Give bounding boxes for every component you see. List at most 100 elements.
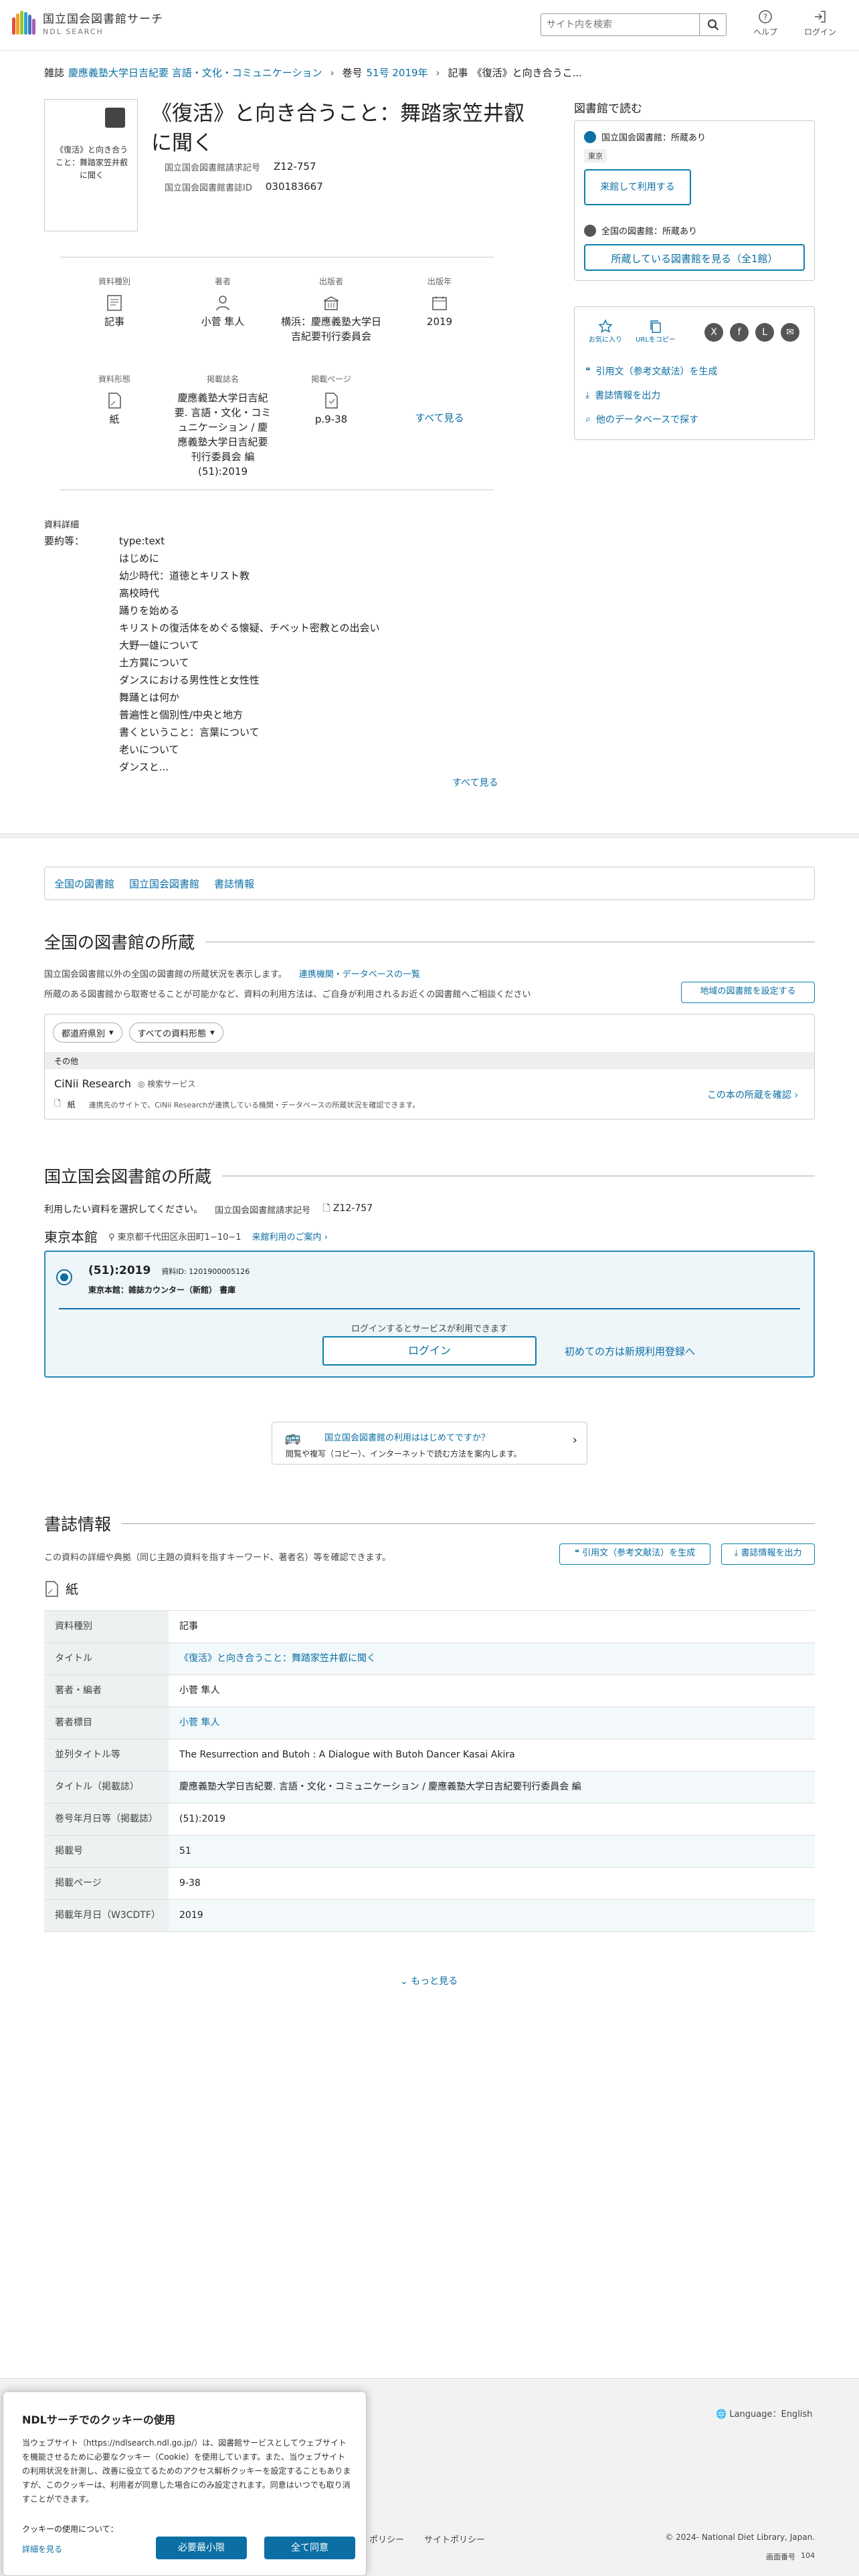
section-tabs: 全国の図書館 国立国会図書館 書誌情報 (44, 867, 815, 900)
x-share-icon[interactable]: X (704, 323, 723, 342)
cookie-minimal-button[interactable]: 必要最小限 (156, 2537, 247, 2559)
set-region-button[interactable]: 地域の図書館を設定する (681, 982, 815, 1003)
item-radio[interactable] (56, 1269, 72, 1285)
table-row: タイトル 《復活》と向き合うこと：舞踏家笠井叡に聞く (44, 1643, 815, 1675)
site-header: 国立国会図書館サーチ NDL SEARCH ? ヘルプ ログイン (0, 0, 859, 51)
biblio-export-label: 書誌情報を出力 (741, 1548, 802, 1558)
row-value: 51 (169, 1836, 815, 1867)
search-icon (707, 19, 719, 31)
other-db-link[interactable]: ⌕ 他のデータベースで探す (585, 410, 718, 429)
summary-line: 大野一雄について (119, 639, 199, 651)
details-heading: 資料詳細 (44, 520, 80, 530)
guide-title: 国立国会図書館の利用ははじめてですか？ (324, 1433, 490, 1443)
copy-url-label: URLをコピー (636, 336, 676, 344)
summary-line: 幼少時代：道徳とキリスト教 (119, 570, 250, 582)
login-button-label: ログイン (407, 1344, 451, 1357)
table-row: 並列タイトル等 The Resurrection and Butoh : A Di… (44, 1739, 815, 1772)
login-button[interactable]: ログイン (322, 1336, 537, 1366)
address: ⚲ 東京都千代田区永田町1−10−1 (108, 1232, 242, 1243)
svg-text:?: ? (763, 13, 767, 22)
help-button[interactable]: ? ヘルプ (745, 9, 785, 37)
title-link[interactable]: 《復活》と向き合うこと：舞踏家笠井叡に聞く (179, 1653, 376, 1664)
show-more-link[interactable]: ⌄ もっと見る (400, 1974, 458, 1988)
copy-url-button[interactable]: URLをコピー (632, 319, 679, 344)
row-key: 掲載年月日（W3CDTF） (44, 1900, 169, 1931)
cookie-detail-link[interactable]: 詳細を見る (22, 2543, 62, 2555)
form-filter[interactable]: すべての資料形態 ▾ (128, 1023, 223, 1043)
page-title: 《復活》と向き合うこと：舞踏家笠井叡に聞く (151, 102, 524, 155)
item-location: 東京本館：雑誌カウンター（新館） 書庫 (88, 1285, 236, 1295)
bus-icon: 🚌 (284, 1429, 301, 1445)
help-label: ヘルプ (753, 27, 777, 37)
facebook-share-icon[interactable]: f (730, 323, 749, 342)
cinii-badge-label: 検索サービス (147, 1079, 196, 1089)
language-switch[interactable]: 🌐 Language：English (716, 2407, 812, 2420)
register-link[interactable]: 初めての方は新規利用登録へ (565, 1344, 695, 1358)
biblio-heading-text: 書誌情報 (44, 1515, 112, 1534)
screen-number-value: 104 (801, 2551, 815, 2560)
search-button[interactable] (699, 14, 726, 35)
meta-value: 030183667 (265, 181, 323, 193)
cite-link[interactable]: ❝ 引用文（参考文献法）を生成 (585, 362, 718, 381)
thumbnail: 《復活》と向き合うこと：舞踏家笠井叡に聞く (44, 99, 138, 231)
login-header-button[interactable]: ログイン (800, 9, 840, 37)
see-all-facets-link[interactable]: すべて見る (385, 411, 494, 425)
tab-ndl[interactable]: 国立国会図書館 (129, 877, 199, 891)
summary-line: 舞踊とは何か (119, 691, 180, 704)
prefecture-filter[interactable]: 都道府県別 ▾ (53, 1023, 122, 1043)
search-input[interactable] (541, 14, 699, 35)
ndl-instruction: 利用したい資料を選択してください。 (44, 1204, 203, 1215)
biblio-heading: 書誌情報 (44, 1511, 815, 1535)
policy-link[interactable]: ポリシー (369, 2533, 404, 2545)
mail-share-icon[interactable]: ✉ (781, 323, 799, 342)
biblio-export-button[interactable]: ⤓ 書誌情報を出力 (721, 1543, 815, 1565)
branch-name: 東京本館 (44, 1229, 98, 1245)
chevron-down-icon: ⌄ (400, 1976, 408, 1987)
first-time-guide[interactable]: 🚌 国立国会図書館の利用ははじめてですか？ 閲覧や複写（コピー）、インターネット… (272, 1422, 587, 1465)
cookie-accept-all-button[interactable]: 全て同意 (264, 2537, 355, 2559)
holding-libraries-button[interactable]: 所蔵している図書館を見る（全1館） (584, 244, 805, 271)
national-holdings-box: 都道府県別 ▾ すべての資料形態 ▾ その他 CiNii Research ◎ 検索… (44, 1014, 815, 1119)
facet-label: 資料形態 (98, 374, 130, 384)
meta-label: 国立国会図書館請求記号 (165, 163, 261, 173)
line-share-icon[interactable]: L (755, 323, 774, 342)
form-label: 紙 (66, 1582, 79, 1597)
summary-line: 老いについて (119, 744, 179, 756)
chevron-down-icon: ▾ (109, 1027, 114, 1038)
national-desc: 国立国会図書館以外の全国の図書館の所蔵状況を表示します。 連携機関・データベース… (44, 967, 420, 980)
site-policy-link[interactable]: サイトポリシー (424, 2533, 485, 2545)
table-row: 資料種別 記事 (44, 1611, 815, 1643)
cinii-check-label: この本の所蔵を確認 (706, 1090, 791, 1101)
ndl-status: 国立国会図書館：所蔵あり (584, 130, 706, 143)
branch-row: 東京本館 ⚲ 東京都千代田区永田町1−10−1 来館利用のご案内 › (44, 1226, 328, 1246)
facet-label: 掲載ページ (311, 374, 351, 384)
national-desc2: 所蔵のある図書館から取寄せることが可能かなど、資料の利用方法は、ご自身が利用され… (44, 990, 531, 1000)
author-heading-link[interactable]: 小菅 隼人 (179, 1717, 219, 1728)
facet-year: 出版年 2019 (385, 274, 494, 329)
chevron-right-icon: › (330, 66, 335, 79)
facet-author: 著者 小菅 隼人 (169, 274, 277, 329)
biblio-cite-button[interactable]: ❝ 引用文（参考文献法）を生成 (559, 1543, 710, 1565)
breadcrumb-link-issue[interactable]: 51号 2019年 (367, 66, 428, 80)
favorite-button[interactable]: お気に入り (585, 319, 626, 344)
breadcrumb-link-journal[interactable]: 慶應義塾大学日吉紀要 言語・文化・コミュニケーション (68, 66, 322, 80)
biblio-desc: この資料の詳細や典拠（同じ主題の資料を指すキーワード、著者名）等を確認できます。 (44, 1553, 391, 1563)
tab-bibliographic[interactable]: 書誌情報 (214, 877, 254, 891)
summary-line: ダンスにおける男性性と女性性 (119, 674, 260, 686)
prefecture-filter-label: 都道府県別 (62, 1029, 106, 1039)
paper-icon: 🗋 (54, 1099, 61, 1108)
see-all-summary-link[interactable]: すべて見る (452, 776, 498, 789)
tab-national-libraries[interactable]: 全国の図書館 (54, 877, 114, 891)
export-link[interactable]: ⤓ 書誌情報を出力 (585, 386, 718, 405)
visit-button[interactable]: 来館して利用する (584, 169, 691, 205)
summary-line: キリストの復活体をめぐる懐疑、チベット密教との出会い (119, 622, 380, 634)
visit-guide-link[interactable]: 来館利用のご案内 › (252, 1230, 328, 1243)
row-key: 掲載号 (44, 1836, 169, 1867)
site-logo[interactable]: 国立国会図書館サーチ NDL SEARCH (12, 9, 163, 36)
row-value: 記事 (179, 1621, 198, 1632)
partner-list-link[interactable]: 連携機関・データベースの一覧 (299, 967, 420, 980)
meta-bibid: 国立国会図書館書誌ID 030183667 (165, 181, 323, 193)
cinii-check-link[interactable]: この本の所蔵を確認 › (707, 1088, 798, 1101)
callno-label: 国立国会図書館請求記号 (215, 1205, 311, 1216)
ndl-item-card[interactable]: (51):2019 資料ID: 1201900005126 東京本館：雑誌カウン… (44, 1251, 815, 1378)
